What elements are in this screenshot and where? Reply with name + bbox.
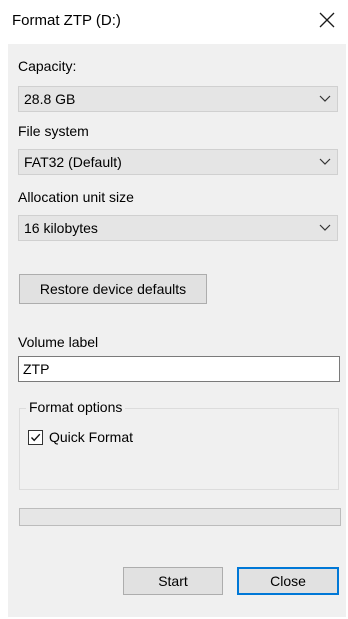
capacity-value: 28.8 GB <box>24 91 76 107</box>
allocation-unit-dropdown[interactable]: 16 kilobytes <box>18 215 338 241</box>
title-bar: Format ZTP (D:) <box>0 0 348 44</box>
close-icon <box>319 12 335 28</box>
format-dialog: Format ZTP (D:) Capacity: 28.8 GB File s… <box>0 0 348 619</box>
volume-label-label: Volume label <box>18 334 99 350</box>
volume-label-field[interactable] <box>18 356 340 382</box>
chevron-down-icon <box>319 95 331 102</box>
checkmark-icon <box>30 433 41 442</box>
capacity-label: Capacity: <box>18 58 77 74</box>
chevron-down-icon <box>319 158 331 165</box>
format-options-group <box>19 408 339 490</box>
file-system-dropdown[interactable]: FAT32 (Default) <box>18 149 338 175</box>
close-window-button[interactable] <box>310 3 344 37</box>
capacity-dropdown[interactable]: 28.8 GB <box>18 86 338 112</box>
window-title: Format ZTP (D:) <box>12 12 121 29</box>
start-button[interactable]: Start <box>123 567 223 595</box>
allocation-unit-label: Allocation unit size <box>18 189 134 205</box>
file-system-value: FAT32 (Default) <box>24 154 122 170</box>
chevron-down-icon <box>319 224 331 231</box>
restore-defaults-button[interactable]: Restore device defaults <box>19 274 207 304</box>
quick-format-checkbox[interactable] <box>28 430 43 445</box>
format-options-title: Format options <box>26 399 126 415</box>
volume-label-input[interactable] <box>23 360 323 378</box>
dialog-body: Capacity: 28.8 GB File system FAT32 (Def… <box>8 44 346 617</box>
format-progress-bar <box>19 508 341 526</box>
file-system-label: File system <box>18 123 89 139</box>
close-button[interactable]: Close <box>237 567 339 595</box>
allocation-unit-value: 16 kilobytes <box>24 220 98 236</box>
quick-format-label[interactable]: Quick Format <box>49 429 133 445</box>
